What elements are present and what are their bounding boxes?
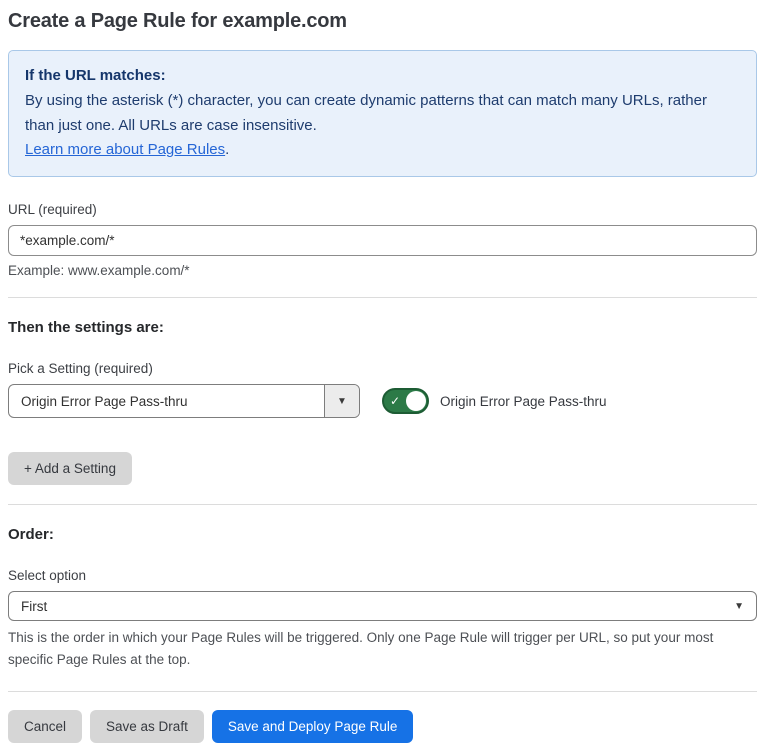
info-box-body: By using the asterisk (*) character, you… [25, 92, 707, 134]
pick-setting-label: Pick a Setting (required) [8, 361, 153, 377]
url-field-label: URL (required) [8, 202, 97, 218]
setting-row: Origin Error Page Pass-thru ▼ ✓ Origin E… [8, 384, 757, 419]
save-draft-button[interactable]: Save as Draft [90, 709, 204, 743]
divider [8, 297, 757, 299]
url-input[interactable] [8, 225, 757, 257]
check-icon: ✓ [390, 394, 401, 409]
setting-dropdown-button[interactable]: ▼ [324, 385, 359, 418]
create-page-rule-form: Create a Page Rule for example.com If th… [0, 0, 770, 743]
page-title: Create a Page Rule for example.com [8, 10, 347, 32]
url-match-info-box: If the URL matches: By using the asteris… [8, 50, 757, 178]
info-box-heading: If the URL matches: [25, 67, 166, 84]
divider [8, 690, 757, 692]
toggle-label: Origin Error Page Pass-thru [440, 393, 607, 409]
order-select[interactable]: First ▼ [8, 591, 757, 622]
order-section-heading: Order: [8, 526, 54, 544]
save-deploy-button[interactable]: Save and Deploy Page Rule [211, 709, 414, 743]
setting-dropdown-value: Origin Error Page Pass-thru [21, 393, 188, 409]
info-link-line: Learn more about Page Rules. [25, 138, 740, 162]
cancel-button[interactable]: Cancel [8, 709, 83, 743]
chevron-down-icon: ▼ [337, 395, 347, 407]
toggle-knob [406, 391, 426, 412]
order-helper-text: This is the order in which your Page Rul… [8, 630, 714, 668]
divider [8, 504, 757, 506]
select-option-label: Select option [8, 568, 87, 584]
form-footer: Cancel Save as Draft Save and Deploy Pag… [8, 709, 757, 743]
setting-dropdown[interactable]: Origin Error Page Pass-thru ▼ [8, 384, 360, 419]
settings-section-heading: Then the settings are: [8, 319, 164, 337]
order-select-value: First [21, 598, 48, 614]
url-example-helper: Example: www.example.com/* [8, 263, 190, 279]
origin-error-toggle[interactable]: ✓ [382, 388, 429, 415]
chevron-down-icon: ▼ [734, 600, 744, 612]
add-setting-button[interactable]: + Add a Setting [8, 452, 132, 486]
learn-more-link[interactable]: Learn more about Page Rules [25, 141, 225, 158]
link-period: . [225, 140, 230, 158]
